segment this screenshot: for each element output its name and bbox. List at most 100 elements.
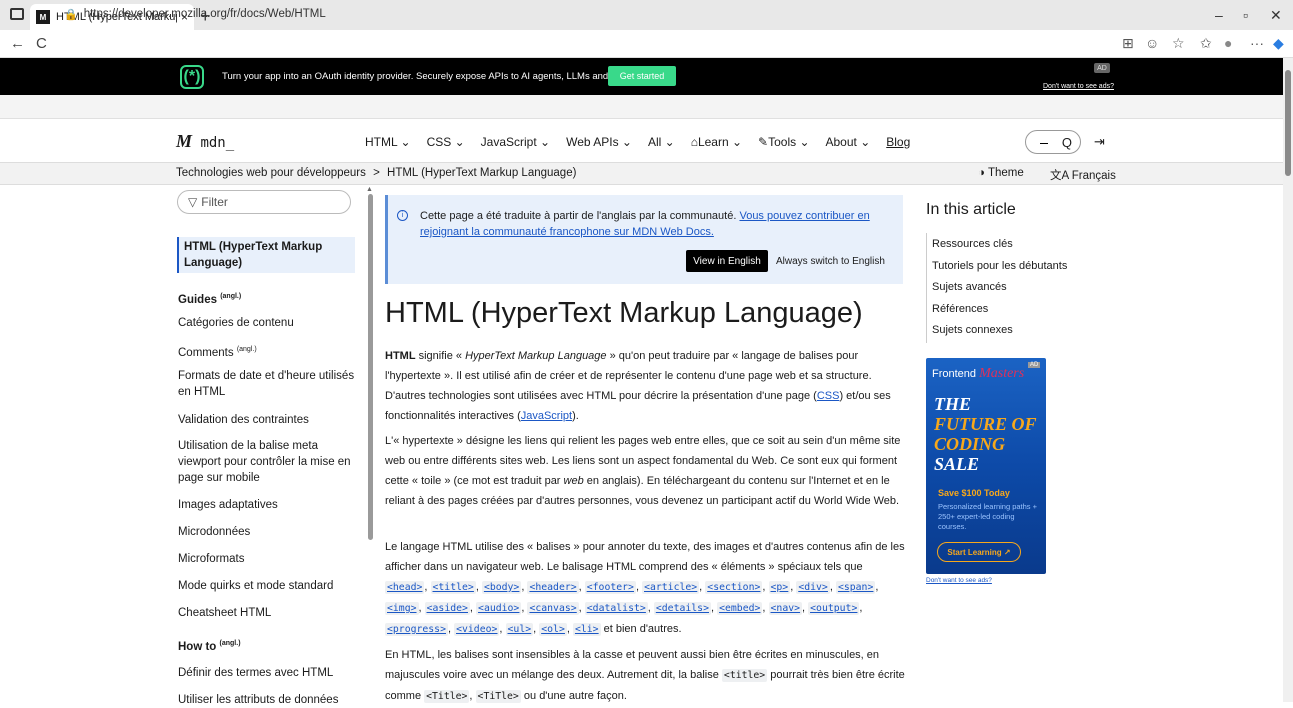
element-tag-link[interactable]: <audio>	[476, 602, 522, 615]
toc-item-related-topics[interactable]: Sujets connexes	[932, 324, 1013, 336]
always-switch-english-link[interactable]: Always switch to English	[776, 256, 885, 267]
toc-item-advanced-topics[interactable]: Sujets avancés	[932, 281, 1007, 293]
nav-tools[interactable]: ✎Tools ⌄	[758, 135, 809, 149]
toc-item-beginner-tutorials[interactable]: Tutoriels pour les débutants	[932, 260, 1067, 272]
language-button[interactable]: 文A Français	[1050, 167, 1116, 183]
login-icon[interactable]: ⇥	[1094, 134, 1105, 150]
breadcrumb-current[interactable]: HTML (HyperText Markup Language)	[387, 167, 576, 179]
tab-actions-icon[interactable]	[10, 8, 24, 20]
nav-css[interactable]: CSS ⌄	[427, 135, 465, 149]
element-tag-link[interactable]: <aside>	[424, 602, 470, 615]
reader-icon[interactable]: ☺	[1145, 35, 1159, 51]
element-tag-link[interactable]: <section>	[705, 581, 763, 594]
sidebar-heading-howto[interactable]: How to (angl.)	[178, 636, 358, 655]
sidebar-item-date-formats[interactable]: Formats de date et d'heure utilisés en H…	[178, 368, 358, 400]
sidebar-item-cheatsheet[interactable]: Cheatsheet HTML	[178, 605, 358, 621]
lock-icon[interactable]: 🔒	[64, 8, 78, 21]
sidebar-scrollbar[interactable]	[368, 194, 373, 540]
element-tag-code: <canvas>	[527, 602, 579, 615]
toc-item-references[interactable]: Références	[932, 303, 988, 315]
sidebar-item-microformats[interactable]: Microformats	[178, 551, 358, 567]
main-nav: HTML ⌄ CSS ⌄ JavaScript ⌄ Web APIs ⌄ All…	[365, 135, 910, 149]
nav-javascript[interactable]: JavaScript ⌄	[481, 135, 550, 149]
element-tag-link[interactable]: <title>	[430, 581, 476, 594]
more-icon[interactable]: ···	[1250, 35, 1264, 51]
element-tag-link[interactable]: <header>	[527, 581, 579, 594]
search-button[interactable]: Q	[1025, 130, 1081, 154]
ad-text[interactable]: Turn your app into an OAuth identity pro…	[222, 71, 635, 82]
minimize-button[interactable]: –	[1215, 7, 1223, 23]
element-tag-link[interactable]: <video>	[454, 623, 500, 636]
apps-icon[interactable]: ⊞	[1122, 35, 1134, 52]
side-ad-no-ads-link[interactable]: Don't want to see ads?	[926, 577, 992, 584]
mdn-logo-text: mdn_	[200, 135, 235, 151]
element-tag-link[interactable]: <ol>	[539, 623, 567, 636]
element-tag-link[interactable]: <div>	[796, 581, 830, 594]
toc-item-key-resources[interactable]: Ressources clés	[932, 238, 1013, 250]
profile-icon[interactable]: ●	[1224, 35, 1232, 51]
element-tag-link[interactable]: <canvas>	[527, 602, 579, 615]
nav-html[interactable]: HTML ⌄	[365, 135, 411, 149]
favorites-bar-icon[interactable]: ✩	[1200, 35, 1212, 52]
sidebar-item-data-attributes[interactable]: Utiliser les attributs de données	[178, 692, 358, 708]
element-tag-link[interactable]: <img>	[385, 602, 419, 615]
notice-message: Cette page a été traduite à partir de l'…	[420, 210, 737, 222]
element-tag-link[interactable]: <footer>	[584, 581, 636, 594]
nav-about[interactable]: About ⌄	[826, 135, 871, 149]
p1-em: HyperText Markup Language	[465, 350, 607, 362]
sidebar-item-html[interactable]: HTML (HyperText Markup Language)	[184, 239, 344, 271]
element-tag-link[interactable]: <head>	[385, 581, 425, 594]
nav-learn[interactable]: ⌂Learn ⌄	[691, 135, 742, 149]
element-tag-link[interactable]: <ul>	[505, 623, 534, 636]
side-ad-brand: Frontend Masters	[932, 366, 1024, 382]
view-in-english-button[interactable]: View in English	[686, 250, 768, 272]
nav-all[interactable]: All ⌄	[648, 135, 675, 149]
theme-button[interactable]: ◑ Theme	[978, 167, 1024, 179]
sidebar-item-comments[interactable]: Comments (angl.)	[178, 342, 358, 361]
maximize-button[interactable]: ▫	[1243, 7, 1248, 23]
mdn-logo[interactable]: M mdn_	[176, 131, 234, 152]
sidebar-heading-guides[interactable]: Guides (angl.)	[178, 289, 358, 308]
sidebar-item-define-terms[interactable]: Définir des termes avec HTML	[178, 665, 358, 681]
element-tag-link[interactable]: <datalist>	[584, 602, 648, 615]
copilot-icon[interactable]: ◆	[1273, 35, 1284, 52]
ad-get-started-button[interactable]: Get started	[608, 66, 676, 86]
nav-web-apis[interactable]: Web APIs ⌄	[566, 135, 632, 149]
sidebar-item-viewport-meta[interactable]: Utilisation de la balise meta viewport p…	[178, 438, 358, 486]
page-scrollbar[interactable]	[1283, 58, 1293, 702]
sidebar-filter-input[interactable]: ▽ Filter	[177, 190, 351, 214]
sidebar-item-responsive-images[interactable]: Images adaptatives	[178, 497, 358, 513]
element-tag-link[interactable]: <li>	[572, 623, 601, 636]
guides-label: Guides	[178, 293, 217, 306]
sidebar-item-constraint-validation[interactable]: Validation des contraintes	[178, 412, 358, 428]
sidebar-scroll-up-icon[interactable]: ▲	[366, 186, 373, 193]
howto-label: How to	[178, 640, 217, 653]
element-tag-link[interactable]: <progress>	[385, 623, 448, 636]
nav-blog[interactable]: Blog	[886, 135, 910, 149]
sidebar-item-quirks-mode[interactable]: Mode quirks et mode standard	[178, 578, 358, 594]
back-button[interactable]: ←	[10, 35, 25, 52]
page-scrollbar-thumb[interactable]	[1285, 70, 1291, 176]
side-ad-badge: AD	[1028, 362, 1041, 368]
element-tag-link[interactable]: <output>	[808, 602, 860, 615]
sidebar-item-content-categories[interactable]: Catégories de contenu	[178, 315, 358, 331]
element-tag-link[interactable]: <details>	[653, 602, 711, 615]
breadcrumb-parent[interactable]: Technologies web pour développeurs	[176, 167, 366, 179]
url-field[interactable]: 🔒 https://developer.mozilla.org/fr/docs/…	[58, 3, 1108, 25]
element-tag-link[interactable]: <article>	[642, 581, 700, 594]
element-tag-link[interactable]: <span>	[835, 581, 876, 594]
reload-button[interactable]: C	[36, 35, 47, 52]
javascript-link[interactable]: JavaScript	[521, 410, 572, 422]
sidebar-item-microdata[interactable]: Microdonnées	[178, 524, 358, 540]
element-tag-link[interactable]: <p>	[768, 581, 791, 594]
element-tag-link[interactable]: <embed>	[717, 602, 763, 615]
close-window-button[interactable]: ✕	[1270, 7, 1282, 24]
side-ad-start-learning-button[interactable]: Start Learning ↗	[937, 542, 1021, 562]
ad-no-ads-link[interactable]: Don't want to see ads?	[1043, 83, 1114, 90]
element-tag-link[interactable]: <nav>	[768, 602, 803, 615]
css-link[interactable]: CSS	[817, 390, 840, 402]
code-title-capitalized: <Title>	[424, 690, 470, 703]
favorite-icon[interactable]: ☆	[1172, 35, 1185, 52]
element-tag-code: <article>	[642, 581, 700, 594]
element-tag-link[interactable]: <body>	[481, 581, 522, 594]
